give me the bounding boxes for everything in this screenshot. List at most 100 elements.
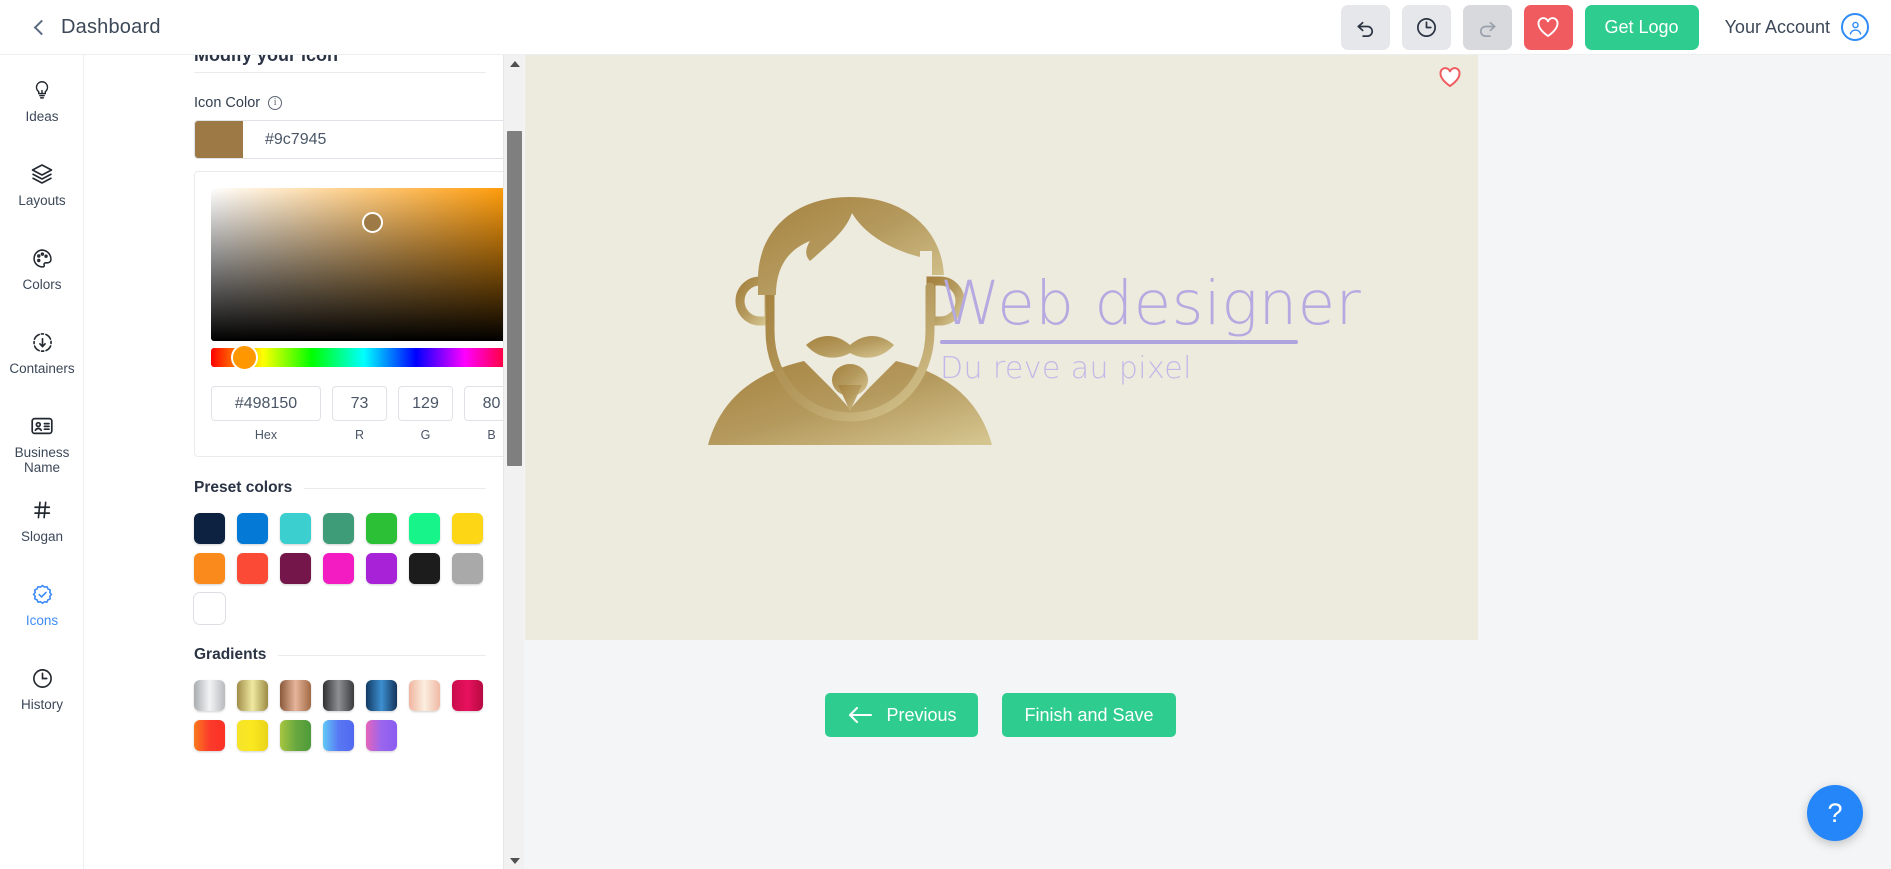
icon-color-label: Icon Color bbox=[194, 95, 261, 111]
clock-icon bbox=[31, 665, 54, 691]
scroll-up-button[interactable] bbox=[504, 55, 525, 72]
left-sidebar: Ideas Layouts Colors Containers Business… bbox=[0, 55, 84, 869]
preset-color-swatch[interactable] bbox=[452, 513, 483, 544]
panel-scrollbar[interactable] bbox=[503, 55, 524, 869]
info-icon[interactable]: i bbox=[268, 96, 283, 110]
logo-canvas[interactable]: Web designer Du reve au pixel bbox=[525, 55, 1478, 640]
sidebar-item-label: Business Name bbox=[14, 445, 70, 475]
redo-icon bbox=[1479, 21, 1496, 37]
gradient-swatch[interactable] bbox=[237, 680, 268, 711]
get-logo-button[interactable]: Get Logo bbox=[1584, 4, 1699, 50]
gradient-swatch[interactable] bbox=[280, 680, 311, 711]
logo-divider-rule bbox=[940, 340, 1298, 344]
containers-icon bbox=[31, 329, 54, 355]
arrow-left-icon bbox=[849, 706, 873, 724]
sidebar-item-containers[interactable]: Containers bbox=[0, 329, 84, 391]
preset-color-swatch[interactable] bbox=[194, 513, 225, 544]
gradient-swatch[interactable] bbox=[194, 720, 225, 751]
preset-color-swatch[interactable] bbox=[280, 513, 311, 544]
preview-stage: Web designer Du reve au pixel Previous F… bbox=[524, 55, 1891, 869]
preset-color-swatch[interactable] bbox=[409, 513, 440, 544]
hue-slider[interactable] bbox=[211, 344, 517, 371]
preset-color-swatch[interactable] bbox=[194, 553, 225, 584]
preset-color-swatch[interactable] bbox=[237, 553, 268, 584]
saturation-value-area[interactable] bbox=[211, 188, 517, 341]
account-menu[interactable]: Your Account bbox=[1725, 13, 1869, 41]
sidebar-item-ideas[interactable]: Ideas bbox=[0, 77, 84, 139]
top-bar-actions: Get Logo Your Account bbox=[1340, 4, 1869, 50]
finish-label: Finish and Save bbox=[1024, 704, 1154, 725]
preset-color-swatch[interactable] bbox=[409, 553, 440, 584]
triangle-up-icon bbox=[509, 60, 520, 67]
rgb-fields: #498150 Hex 73 R 129 G 80 B bbox=[211, 386, 519, 442]
b-caption: B bbox=[487, 428, 496, 442]
previous-label: Previous bbox=[886, 704, 957, 725]
help-button[interactable]: ? bbox=[1807, 785, 1863, 841]
finish-and-save-button[interactable]: Finish and Save bbox=[1002, 693, 1176, 737]
logo-slogan: Du reve au pixel bbox=[940, 351, 1192, 386]
icon-color-input[interactable]: #9c7945 bbox=[194, 120, 506, 159]
gradient-swatch[interactable] bbox=[323, 720, 354, 751]
gradient-grid bbox=[194, 680, 499, 751]
favorite-button[interactable] bbox=[1523, 4, 1573, 50]
scroll-thumb[interactable] bbox=[507, 131, 522, 466]
gradient-swatch[interactable] bbox=[194, 680, 225, 711]
history-button[interactable] bbox=[1401, 4, 1451, 50]
wizard-footer: Previous Finish and Save bbox=[524, 655, 1477, 775]
sidebar-item-label: Icons bbox=[25, 613, 59, 628]
sidebar-item-business-name[interactable]: Business Name bbox=[0, 413, 84, 475]
sidebar-item-layouts[interactable]: Layouts bbox=[0, 161, 84, 223]
logo-composition: Web designer Du reve au pixel bbox=[525, 55, 1478, 640]
redo-button[interactable] bbox=[1462, 4, 1512, 50]
gradient-swatch[interactable] bbox=[366, 680, 397, 711]
gradient-swatch[interactable] bbox=[452, 680, 483, 711]
g-input[interactable]: 129 bbox=[398, 386, 453, 421]
hex-input[interactable]: #498150 bbox=[211, 386, 321, 421]
r-input[interactable]: 73 bbox=[332, 386, 387, 421]
undo-button[interactable] bbox=[1340, 4, 1390, 50]
hue-handle[interactable] bbox=[231, 344, 258, 371]
hex-caption: Hex bbox=[254, 428, 278, 442]
gradients-header: Gradients bbox=[194, 646, 486, 664]
sidebar-item-label: Colors bbox=[22, 277, 62, 292]
icon-editor-scroll-content: Modify your icon Icon Color i #9c7945 #4… bbox=[84, 55, 523, 761]
sidebar-item-colors[interactable]: Colors bbox=[0, 245, 84, 307]
gradient-swatch[interactable] bbox=[366, 720, 397, 751]
back-to-dashboard[interactable]: Dashboard bbox=[33, 15, 161, 39]
preset-color-swatch[interactable] bbox=[280, 553, 311, 584]
user-circle-icon bbox=[1841, 13, 1869, 41]
gradient-swatch[interactable] bbox=[409, 680, 440, 711]
preset-color-swatch[interactable] bbox=[194, 593, 225, 624]
sidebar-item-label: Layouts bbox=[18, 193, 66, 208]
sidebar-item-slogan[interactable]: Slogan bbox=[0, 497, 84, 559]
preset-color-swatch[interactable] bbox=[452, 553, 483, 584]
preset-color-grid bbox=[194, 513, 499, 624]
previous-button[interactable]: Previous bbox=[825, 693, 979, 737]
check-badge-icon bbox=[31, 581, 54, 607]
sidebar-item-icons[interactable]: Icons bbox=[0, 581, 84, 643]
preset-color-swatch[interactable] bbox=[323, 513, 354, 544]
preset-colors-title: Preset colors bbox=[194, 479, 293, 496]
section-divider bbox=[304, 487, 486, 489]
hash-icon bbox=[31, 497, 53, 523]
clock-icon bbox=[1416, 17, 1436, 37]
scroll-down-button[interactable] bbox=[504, 852, 525, 869]
icon-color-label-row: Icon Color i bbox=[194, 95, 504, 111]
preset-color-swatch[interactable] bbox=[323, 553, 354, 584]
icon-color-swatch[interactable] bbox=[195, 121, 243, 158]
preset-color-swatch[interactable] bbox=[366, 513, 397, 544]
logo-title: Web designer bbox=[940, 268, 1362, 339]
panel-heading: Modify your icon bbox=[194, 55, 338, 65]
preset-color-swatch[interactable] bbox=[237, 513, 268, 544]
preset-color-swatch[interactable] bbox=[366, 553, 397, 584]
saturation-handle[interactable] bbox=[362, 212, 383, 233]
gradient-swatch[interactable] bbox=[323, 680, 354, 711]
sidebar-item-history[interactable]: History bbox=[0, 665, 84, 727]
id-card-icon bbox=[30, 413, 54, 439]
section-divider bbox=[278, 654, 486, 656]
gradient-swatch[interactable] bbox=[280, 720, 311, 751]
gradient-swatch[interactable] bbox=[237, 720, 268, 751]
page-title: Dashboard bbox=[61, 15, 161, 38]
chevron-left-icon bbox=[33, 19, 50, 35]
sidebar-item-label: Slogan bbox=[20, 529, 64, 544]
